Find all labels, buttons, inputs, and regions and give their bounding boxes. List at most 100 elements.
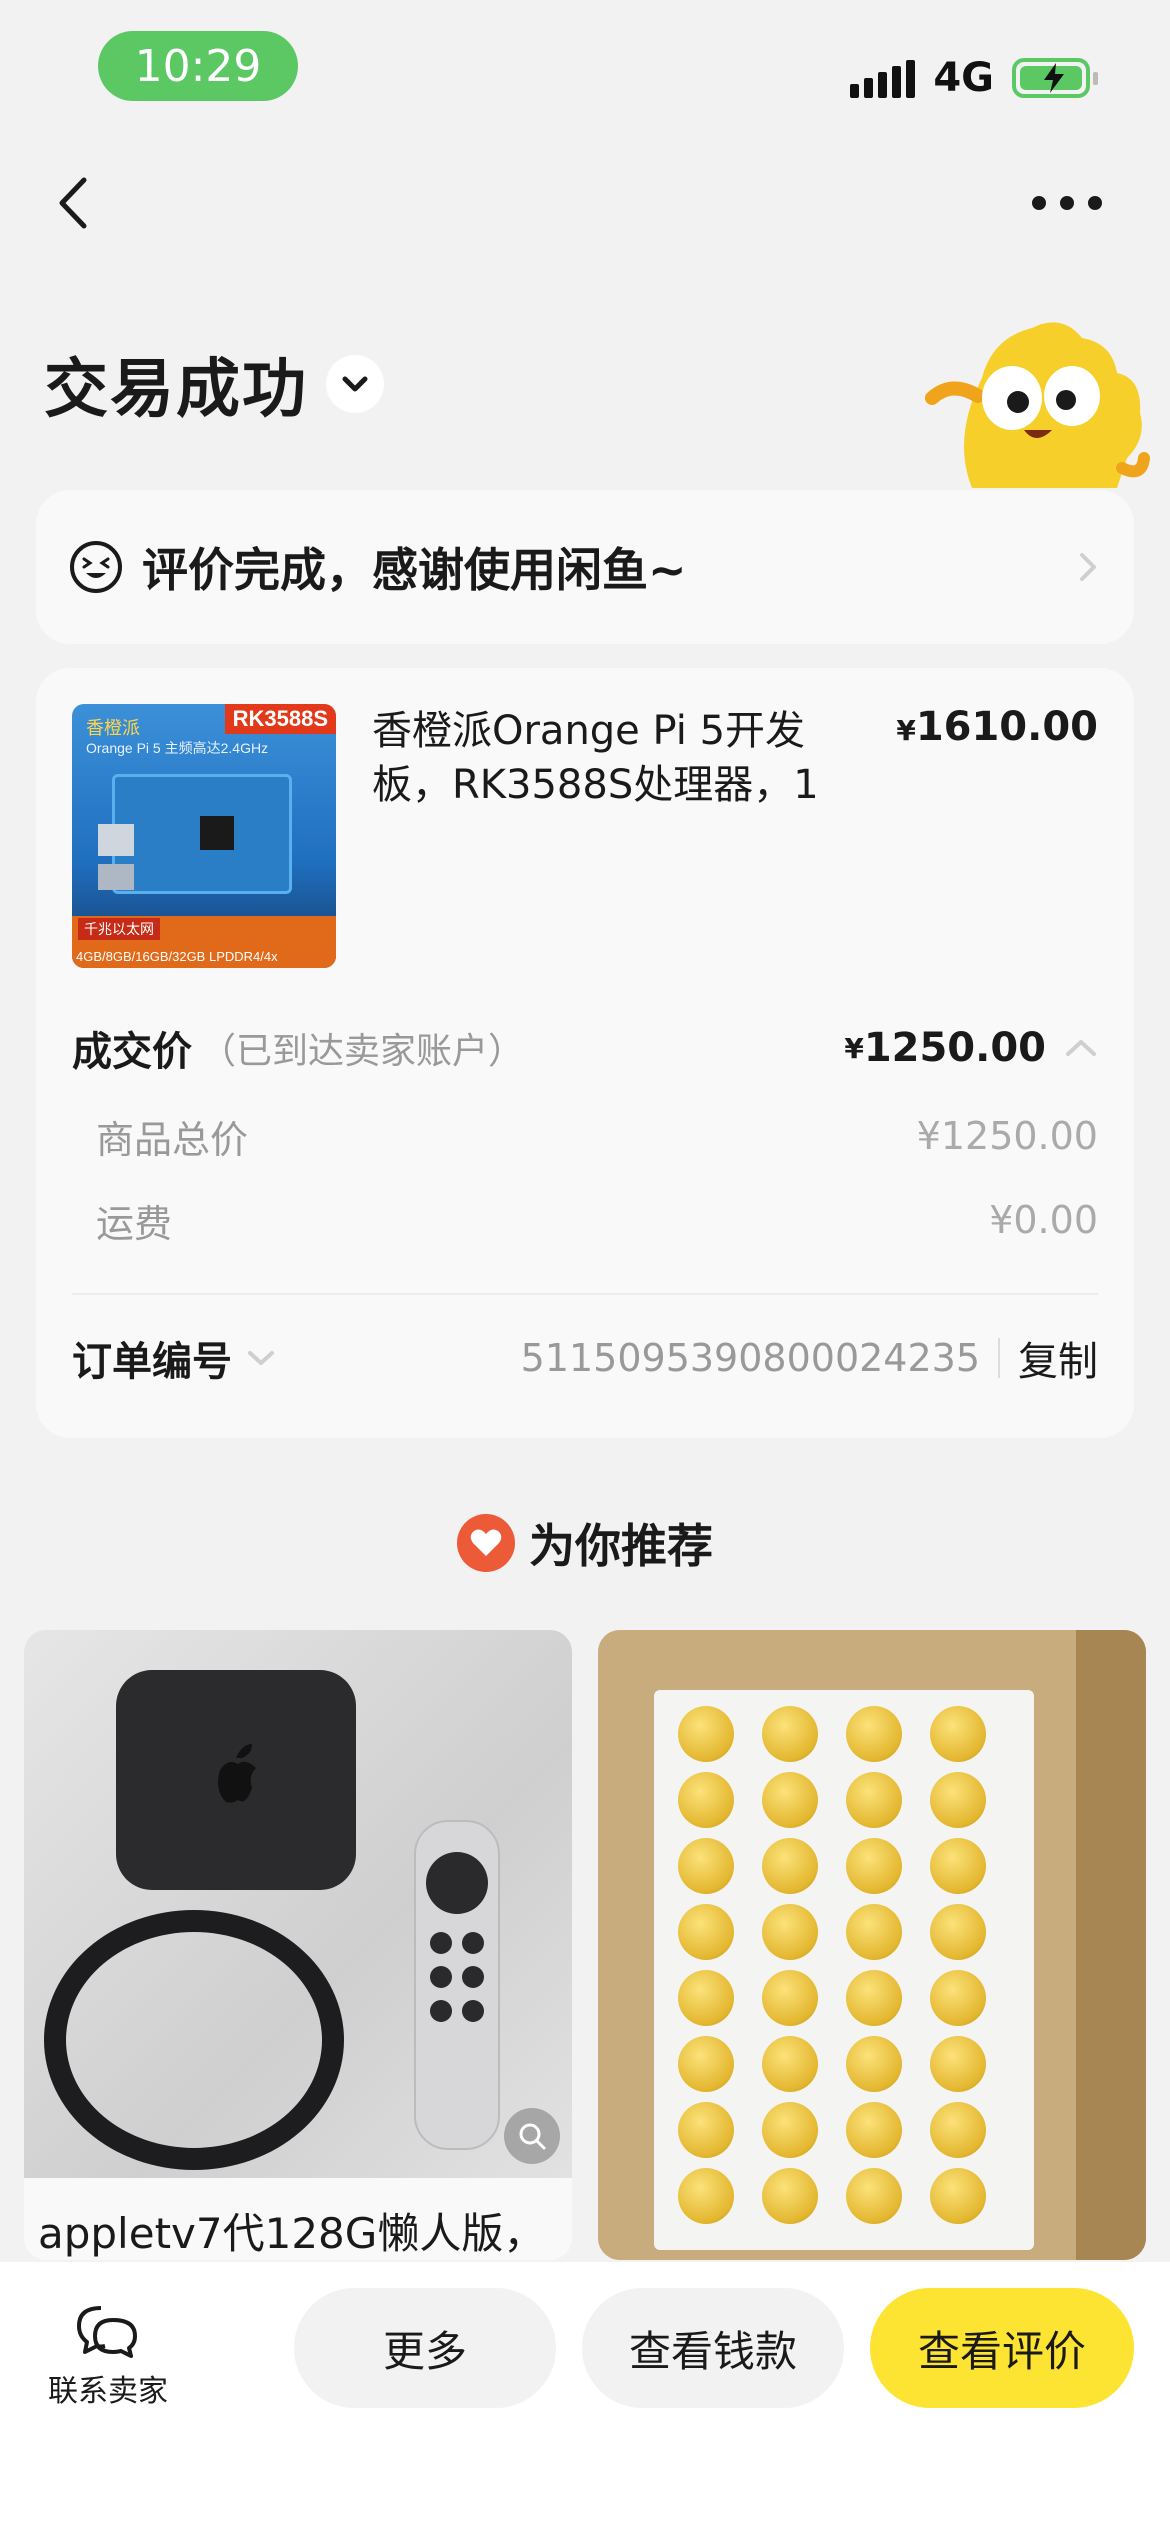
fruit [762, 2168, 818, 2224]
recommend-item[interactable]: appletv7代128G懒人版， [24, 1630, 572, 2260]
fruit [930, 1970, 986, 2026]
review-banner[interactable]: 评价完成，感谢使用闲鱼~ [36, 490, 1134, 644]
divider [998, 1338, 1000, 1378]
page-title: 交易成功 [44, 353, 308, 427]
recommend-item[interactable] [598, 1630, 1146, 2260]
deal-price-row[interactable]: 成交价 （已到达卖家账户） ¥1250.00 [72, 1018, 1098, 1078]
fruit [930, 2168, 986, 2224]
thumb-chip-badge: RK3588S [224, 704, 336, 734]
thumb-memory-tag: 4GB/8GB/16GB/32GB LPDDR4/4x [76, 949, 278, 964]
chevron-down-icon[interactable] [246, 1349, 276, 1367]
product-title[interactable]: 香橙派Orange Pi 5开发板，RK3588S处理器，1 [372, 704, 872, 812]
order-card: 香橙派 Orange Pi 5 主频高达2.4GHz RK3588S 千兆以太网… [36, 668, 1134, 1438]
status-time: 10:29 [98, 31, 298, 101]
fruit [846, 2168, 902, 2224]
chat-icon [77, 2306, 137, 2358]
fruit [930, 1838, 986, 1894]
apple-logo-icon [218, 1744, 256, 1803]
fruit [678, 1838, 734, 1894]
more-button[interactable] [1032, 188, 1104, 218]
smile-icon [70, 541, 122, 593]
fruit [930, 2102, 986, 2158]
product-price: ¥1610.00 [896, 704, 1098, 750]
fruit [930, 1772, 986, 1828]
thumb-brand: 香橙派 [86, 718, 140, 738]
fruit [846, 1904, 902, 1960]
fruit [846, 1838, 902, 1894]
apple-tv-box [116, 1670, 356, 1890]
recommend-item-image [24, 1630, 572, 2178]
fruit [846, 1970, 902, 2026]
bottom-action-bar: 联系卖家 更多 查看钱款 查看评价 [0, 2262, 1170, 2532]
fruit [762, 1904, 818, 1960]
fruit [678, 1706, 734, 1762]
network-type: 4G [933, 55, 994, 101]
breakdown-label: 运费 [96, 1201, 173, 1246]
breakdown-value: ¥1250.00 [916, 1114, 1098, 1158]
chevron-up-icon [1066, 1040, 1096, 1056]
deal-price-value: ¥1250.00 [844, 1025, 1098, 1071]
order-number-value: 5115095390800024235 [520, 1336, 980, 1380]
page-title-row: 交易成功 [44, 338, 384, 430]
chevron-down-icon [342, 376, 368, 392]
fruit [762, 1838, 818, 1894]
recommend-title: 为你推荐 [529, 1519, 713, 1573]
recommend-item-caption: appletv7代128G懒人版， [38, 2209, 546, 2258]
thumb-model: Orange Pi 5 主频高达2.4GHz [86, 740, 269, 756]
mascot-icon [925, 322, 1150, 488]
fruit [762, 2036, 818, 2092]
back-icon [59, 177, 87, 229]
chevron-right-icon [1080, 553, 1096, 581]
fruit [930, 1706, 986, 1762]
breakdown-label: 商品总价 [96, 1117, 249, 1162]
remote-control [414, 1820, 500, 2150]
battery-icon [1012, 58, 1098, 98]
fruit [930, 2036, 986, 2092]
more-icon [1032, 196, 1046, 210]
review-banner-text: 评价完成，感谢使用闲鱼~ [142, 543, 687, 597]
fruit [762, 2102, 818, 2158]
recommend-item-image [598, 1630, 1146, 2260]
fruit [762, 1772, 818, 1828]
status-indicators: 4G [850, 50, 1098, 106]
fruit-tray [654, 1690, 1034, 2250]
fruit [846, 2102, 902, 2158]
fruit [762, 1970, 818, 2026]
thumb-ethernet-tag: 千兆以太网 [78, 918, 160, 940]
fruit [678, 2102, 734, 2158]
power-cable [44, 1910, 344, 2170]
view-review-button[interactable]: 查看评价 [870, 2288, 1134, 2408]
fruit [678, 1970, 734, 2026]
zoom-icon [519, 2123, 546, 2150]
fruit [762, 1706, 818, 1762]
divider [72, 1293, 1098, 1295]
order-number-row: 订单编号 5115095390800024235 复制 [72, 1328, 1098, 1388]
signal-icon [850, 58, 916, 98]
fruit [930, 1904, 986, 1960]
back-button[interactable] [48, 168, 108, 238]
title-dropdown-button[interactable] [326, 355, 384, 413]
order-number-label[interactable]: 订单编号 [72, 1329, 232, 1387]
fruit [846, 1706, 902, 1762]
fruit [846, 1772, 902, 1828]
recommend-header: 为你推荐 [0, 1510, 1170, 1576]
breakdown-row-total: 商品总价 ¥1250.00 [96, 1108, 1098, 1164]
breakdown-row-shipping: 运费 ¥0.00 [96, 1192, 1098, 1248]
fruit [678, 1772, 734, 1828]
deal-price-note: （已到达卖家账户） [200, 1031, 525, 1072]
zoom-button[interactable] [504, 2108, 560, 2164]
deal-price-label: 成交价 [72, 1029, 192, 1075]
fruit [678, 1904, 734, 1960]
view-payment-button[interactable]: 查看钱款 [582, 2288, 844, 2408]
breakdown-value: ¥0.00 [989, 1198, 1098, 1242]
heart-icon [457, 1514, 515, 1572]
contact-seller-label: 联系卖家 [48, 2374, 168, 2409]
copy-button[interactable]: 复制 [1018, 1329, 1098, 1387]
fruit [846, 2036, 902, 2092]
more-actions-button[interactable]: 更多 [294, 2288, 556, 2408]
fruit [678, 2036, 734, 2092]
product-thumbnail[interactable]: 香橙派 Orange Pi 5 主频高达2.4GHz RK3588S 千兆以太网… [72, 704, 336, 968]
fruit [678, 2168, 734, 2224]
thumb-chip [200, 816, 234, 850]
contact-seller-button[interactable]: 联系卖家 [44, 2302, 172, 2410]
